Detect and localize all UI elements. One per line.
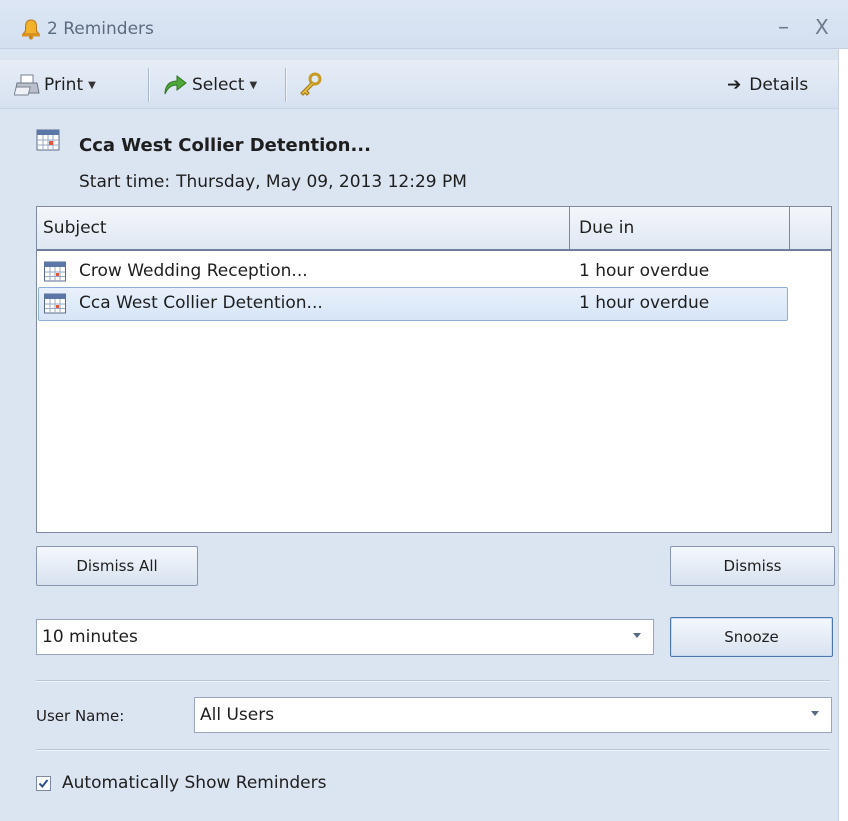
reminders-window: 2 Reminders – X Print ▼ Select ▼ ➔ Detai… — [0, 0, 848, 821]
auto-show-label[interactable]: Automatically Show Reminders — [62, 773, 326, 793]
select-button[interactable]: Select ▼ — [162, 73, 257, 97]
dismiss-all-button[interactable]: Dismiss All — [36, 546, 198, 586]
toolbar: Print ▼ Select ▼ ➔ Details — [0, 60, 838, 109]
window-title: 2 Reminders — [47, 19, 154, 39]
user-name-label: User Name: — [36, 707, 125, 725]
list-item-due: 1 hour overdue — [579, 261, 710, 281]
printer-icon — [13, 73, 44, 97]
snooze-duration-select[interactable]: 10 minutes — [36, 619, 654, 655]
chevron-down-icon: ▼ — [88, 79, 96, 91]
toolbar-separator — [285, 68, 287, 102]
column-divider[interactable] — [569, 207, 570, 249]
list-item-subject: Cca West Collier Detention... — [79, 293, 323, 313]
chevron-down-icon[interactable] — [811, 711, 819, 716]
reminder-start-time: Start time: Thursday, May 09, 2013 12:29 … — [79, 172, 467, 192]
green-arrow-icon — [162, 73, 192, 97]
chevron-down-icon: ▼ — [249, 79, 258, 91]
toolbar-separator — [148, 68, 150, 102]
key-icon — [297, 72, 325, 98]
minimize-button[interactable]: – — [778, 15, 789, 40]
title-bar: 2 Reminders – X — [0, 0, 848, 49]
chevron-down-icon[interactable] — [633, 633, 641, 638]
list-item[interactable]: Crow Wedding Reception... 1 hour overdue — [38, 255, 788, 289]
auto-show-checkbox[interactable] — [36, 776, 51, 791]
snooze-button[interactable]: Snooze — [670, 617, 833, 657]
column-divider[interactable] — [789, 207, 790, 249]
list-item-subject: Crow Wedding Reception... — [79, 261, 308, 281]
arrow-right-icon: ➔ — [727, 75, 742, 95]
list-item-due: 1 hour overdue — [579, 293, 710, 313]
column-header-subject[interactable]: Subject — [43, 218, 107, 238]
calendar-icon — [44, 261, 66, 282]
print-button[interactable]: Print ▼ — [13, 73, 96, 97]
bell-icon — [20, 18, 42, 40]
user-name-select[interactable]: All Users — [194, 697, 832, 733]
start-time-label: Start time: — [79, 172, 171, 192]
details-button[interactable]: ➔ Details — [727, 73, 808, 97]
start-time-value: Thursday, May 09, 2013 12:29 PM — [176, 172, 467, 192]
reminders-list[interactable]: Subject Due in Crow Wedding Reception...… — [36, 206, 832, 533]
user-name-value: All Users — [200, 705, 275, 725]
key-button[interactable] — [297, 72, 325, 98]
list-header: Subject Due in — [37, 207, 831, 251]
column-header-due-in[interactable]: Due in — [579, 218, 634, 238]
calendar-icon — [44, 293, 66, 314]
calendar-icon — [36, 128, 60, 152]
divider — [36, 680, 830, 682]
snooze-duration-value: 10 minutes — [42, 627, 138, 647]
dismiss-button[interactable]: Dismiss — [670, 546, 835, 586]
reminder-title: Cca West Collier Detention... — [79, 135, 371, 156]
close-button[interactable]: X — [815, 15, 829, 39]
list-item-selected[interactable]: Cca West Collier Detention... 1 hour ove… — [38, 287, 788, 321]
divider — [36, 749, 830, 751]
